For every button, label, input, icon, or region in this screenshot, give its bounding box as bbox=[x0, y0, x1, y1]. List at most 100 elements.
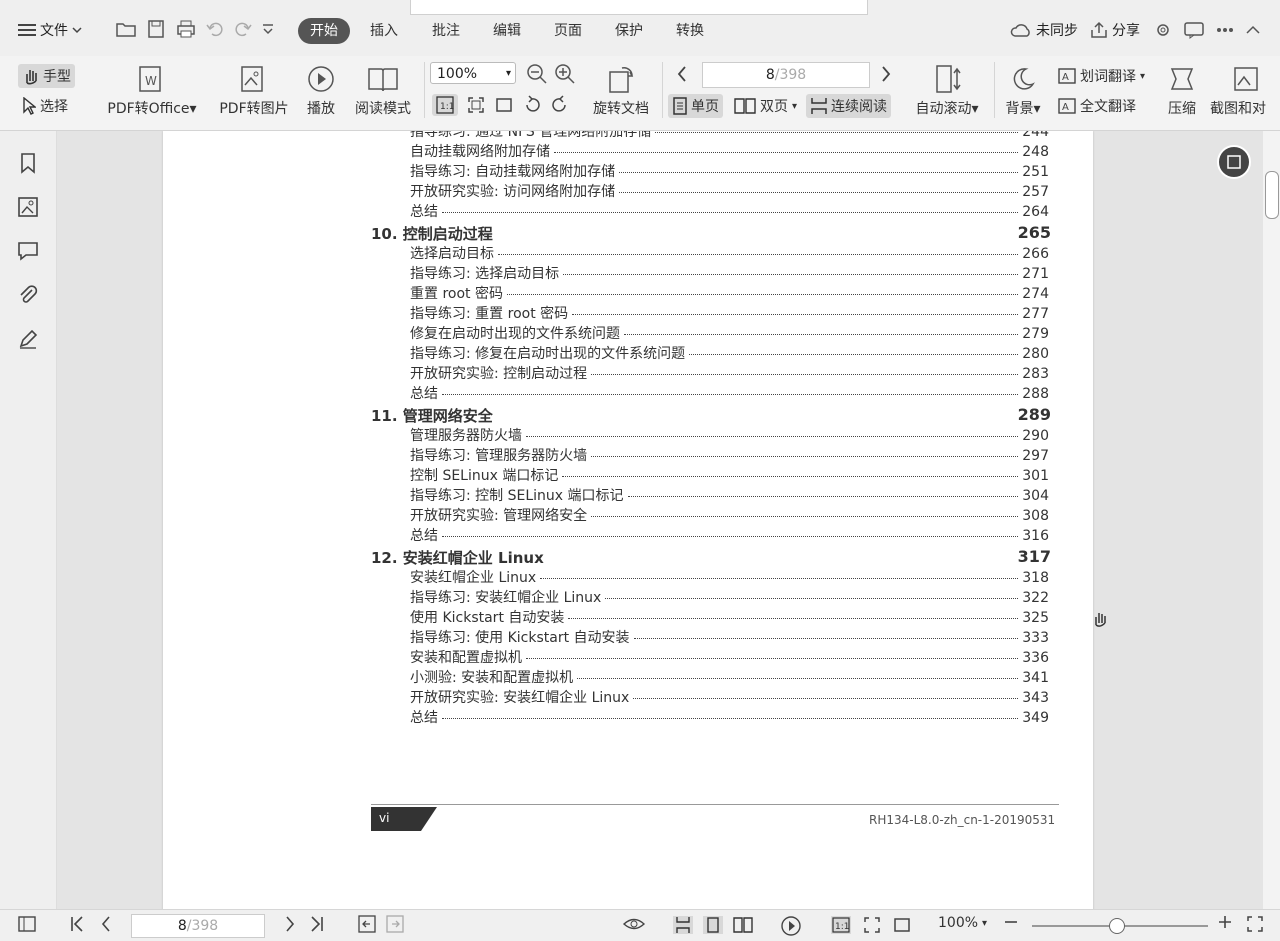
toc-entry[interactable]: 总结 316 bbox=[410, 525, 1049, 545]
tab-edit[interactable]: 编辑 bbox=[493, 18, 521, 44]
collapse-ribbon-icon[interactable] bbox=[1246, 25, 1260, 35]
first-page-icon[interactable] bbox=[70, 915, 84, 933]
last-page-icon[interactable] bbox=[310, 915, 324, 933]
zoom-slider[interactable] bbox=[1032, 918, 1208, 934]
toc-entry[interactable]: 指导练习: 通过 NFS 管理网络附加存储 244 bbox=[410, 131, 1049, 141]
background-button[interactable]: 背景▾ bbox=[998, 64, 1048, 118]
page-number-input[interactable]: 8/398 bbox=[702, 62, 870, 88]
full-translate-button[interactable]: A 全文翻译 bbox=[1058, 96, 1136, 116]
toc-entry[interactable]: 总结 264 bbox=[410, 201, 1049, 221]
fit-width-icon[interactable] bbox=[494, 95, 514, 115]
tab-page[interactable]: 页面 bbox=[554, 18, 582, 44]
toc-entry[interactable]: 使用 Kickstart 自动安装 325 bbox=[410, 607, 1049, 627]
redo-icon[interactable] bbox=[234, 20, 252, 38]
single-page-button[interactable]: 单页 bbox=[668, 94, 723, 118]
auto-scroll-button[interactable]: 自动滚动▾ bbox=[908, 64, 986, 118]
toc-entry[interactable]: 重置 root 密码 274 bbox=[410, 283, 1049, 303]
share-button[interactable]: 分享 bbox=[1090, 20, 1140, 40]
continuous-read-button[interactable]: 连续阅读 bbox=[806, 94, 891, 118]
fullscreen-icon[interactable] bbox=[1246, 915, 1264, 933]
double-page-view-icon[interactable] bbox=[732, 915, 754, 935]
rotate-right-icon[interactable] bbox=[550, 95, 570, 115]
tab-insert[interactable]: 插入 bbox=[370, 18, 398, 44]
word-translate-button[interactable]: A 划词翻译 ▾ bbox=[1058, 66, 1145, 86]
toc-entry[interactable]: 指导练习: 自动挂载网络附加存储 251 bbox=[410, 161, 1049, 181]
zoom-in-icon[interactable] bbox=[1218, 915, 1232, 929]
back-view-icon[interactable] bbox=[358, 915, 376, 933]
toc-chapter-heading[interactable]: 12. 安装红帽企业 Linux 317 bbox=[371, 547, 1051, 569]
sync-status-button[interactable]: 未同步 bbox=[1010, 20, 1078, 40]
toc-entry[interactable]: 指导练习: 修复在启动时出现的文件系统问题 280 bbox=[410, 343, 1049, 363]
fit-page-icon[interactable] bbox=[466, 95, 486, 115]
toc-entry[interactable]: 选择启动目标 266 bbox=[410, 243, 1049, 263]
status-page-input[interactable]: 8/398 bbox=[131, 914, 265, 938]
more-icon[interactable] bbox=[1216, 27, 1234, 33]
toc-entry[interactable]: 开放研究实验: 控制启动过程 283 bbox=[410, 363, 1049, 383]
fit-page-icon[interactable] bbox=[862, 915, 882, 935]
thumbnail-icon[interactable] bbox=[16, 195, 40, 219]
print-icon[interactable] bbox=[176, 20, 196, 38]
toc-entry[interactable]: 总结 349 bbox=[410, 707, 1049, 727]
forward-view-icon[interactable] bbox=[386, 915, 404, 933]
actual-size-icon[interactable]: 1:1 bbox=[830, 915, 852, 935]
prev-page-icon[interactable] bbox=[676, 65, 688, 83]
document-viewport[interactable]: 指导练习: 通过 NFS 管理网络附加存储 244 vi RH134-L8.0-z… bbox=[57, 131, 1263, 909]
floating-tool-icon[interactable] bbox=[1217, 145, 1251, 179]
signature-icon[interactable] bbox=[16, 327, 40, 351]
compress-button[interactable]: 压缩 bbox=[1162, 64, 1202, 118]
toc-entry[interactable]: 安装红帽企业 Linux 318 bbox=[410, 567, 1049, 587]
prev-page-icon[interactable] bbox=[100, 915, 112, 933]
fit-width-icon[interactable] bbox=[892, 915, 912, 935]
open-folder-icon[interactable] bbox=[116, 20, 136, 38]
toc-entry[interactable]: 开放研究实验: 访问网络附加存储 257 bbox=[410, 181, 1049, 201]
toc-entry[interactable]: 指导练习: 使用 Kickstart 自动安装 333 bbox=[410, 627, 1049, 647]
hand-tool-button[interactable]: 手型 bbox=[18, 64, 75, 88]
zoom-out-icon[interactable] bbox=[526, 63, 548, 85]
toc-entry[interactable]: 安装和配置虚拟机 336 bbox=[410, 647, 1049, 667]
play-icon[interactable] bbox=[780, 915, 802, 937]
toc-chapter-heading[interactable]: 11. 管理网络安全 289 bbox=[371, 405, 1051, 427]
feedback-icon[interactable] bbox=[1184, 21, 1204, 39]
zoom-in-icon[interactable] bbox=[554, 63, 576, 85]
toc-entry[interactable]: 控制 SELinux 端口标记 301 bbox=[410, 465, 1049, 485]
pdf-to-image-button[interactable]: PDF转图片 bbox=[214, 64, 294, 118]
rotate-left-icon[interactable] bbox=[522, 95, 542, 115]
toc-entry[interactable]: 指导练习: 控制 SELinux 端口标记 304 bbox=[410, 485, 1049, 505]
attachment-icon[interactable] bbox=[16, 283, 40, 307]
zoom-select[interactable]: 100% ▾ bbox=[430, 62, 516, 84]
toc-entry[interactable]: 管理服务器防火墙 290 bbox=[410, 425, 1049, 445]
zoom-slider-thumb[interactable] bbox=[1109, 918, 1125, 934]
toc-entry[interactable]: 指导练习: 选择启动目标 271 bbox=[410, 263, 1049, 283]
toc-entry[interactable]: 开放研究实验: 管理网络安全 308 bbox=[410, 505, 1049, 525]
toc-entry[interactable]: 指导练习: 安装红帽企业 Linux 322 bbox=[410, 587, 1049, 607]
scrollbar-thumb[interactable] bbox=[1265, 171, 1279, 219]
vertical-scrollbar[interactable] bbox=[1263, 131, 1280, 909]
toc-entry[interactable]: 自动挂载网络附加存储 248 bbox=[410, 141, 1049, 161]
actual-size-icon[interactable]: 1:1 bbox=[432, 94, 458, 116]
sidebar-toggle-icon[interactable] bbox=[18, 915, 36, 933]
toc-entry[interactable]: 指导练习: 管理服务器防火墙 297 bbox=[410, 445, 1049, 465]
customize-toolbar-icon[interactable] bbox=[262, 22, 274, 36]
tab-convert[interactable]: 转换 bbox=[676, 18, 704, 44]
status-zoom-select[interactable]: 100% ▾ bbox=[938, 915, 987, 931]
toc-entry[interactable]: 开放研究实验: 安装红帽企业 Linux 343 bbox=[410, 687, 1049, 707]
toc-entry[interactable]: 指导练习: 重置 root 密码 277 bbox=[410, 303, 1049, 323]
next-page-icon[interactable] bbox=[284, 915, 296, 933]
save-copy-icon[interactable] bbox=[146, 20, 166, 38]
eye-protection-icon[interactable] bbox=[622, 915, 646, 933]
rotate-doc-button[interactable]: 旋转文档 bbox=[588, 64, 654, 118]
toc-chapter-heading[interactable]: 10. 控制启动过程 265 bbox=[371, 223, 1051, 245]
toc-entry[interactable]: 总结 288 bbox=[410, 383, 1049, 403]
gear-icon[interactable] bbox=[1154, 21, 1172, 39]
toc-entry[interactable]: 小测验: 安装和配置虚拟机 341 bbox=[410, 667, 1049, 687]
tab-annotate[interactable]: 批注 bbox=[432, 18, 460, 44]
continuous-view-icon[interactable] bbox=[672, 915, 694, 935]
undo-icon[interactable] bbox=[206, 20, 224, 38]
select-tool-button[interactable]: 选择 bbox=[22, 96, 68, 116]
single-page-view-icon[interactable] bbox=[702, 915, 724, 935]
zoom-out-icon[interactable] bbox=[1004, 915, 1018, 929]
read-mode-button[interactable]: 阅读模式 bbox=[350, 64, 416, 118]
pdf-to-office-button[interactable]: W PDF转Office▾ bbox=[104, 64, 200, 118]
screenshot-button[interactable]: 截图和对 bbox=[1208, 64, 1280, 118]
tab-home[interactable]: 开始 bbox=[298, 18, 350, 44]
